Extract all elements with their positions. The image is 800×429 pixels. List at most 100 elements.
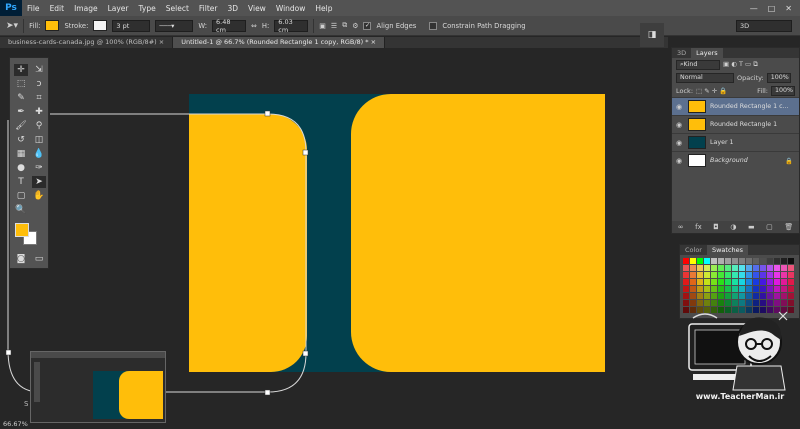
tab-layers[interactable]: Layers — [691, 48, 723, 58]
color-swatch[interactable] — [697, 286, 703, 292]
color-swatch[interactable] — [746, 258, 752, 264]
eye-icon[interactable]: ◉ — [672, 121, 686, 129]
color-swatch[interactable] — [718, 265, 724, 271]
color-swatch[interactable] — [746, 286, 752, 292]
color-swatch[interactable] — [788, 265, 794, 271]
color-swatch[interactable] — [725, 293, 731, 299]
gradient-tool-icon[interactable]: ▦ — [14, 148, 28, 160]
color-swatch[interactable] — [697, 258, 703, 264]
color-swatch[interactable] — [718, 286, 724, 292]
color-swatch[interactable] — [746, 265, 752, 271]
color-swatch[interactable] — [711, 265, 717, 271]
menu-view[interactable]: View — [243, 4, 271, 13]
color-swatch[interactable] — [788, 279, 794, 285]
fill-field[interactable]: 100% — [771, 85, 795, 96]
rounded-rectangle-1[interactable] — [189, 114, 307, 372]
path-operations-icon[interactable]: ▣ — [319, 22, 326, 30]
color-swatch[interactable] — [788, 293, 794, 299]
menu-3d[interactable]: 3D — [222, 4, 243, 13]
menu-image[interactable]: Image — [69, 4, 103, 13]
color-swatch[interactable] — [781, 279, 787, 285]
foreground-color-swatch[interactable] — [15, 223, 29, 237]
hand-tool-icon[interactable]: ✋ — [32, 190, 46, 202]
color-swatch[interactable] — [704, 265, 710, 271]
color-swatch[interactable] — [781, 293, 787, 299]
color-swatch[interactable] — [732, 272, 738, 278]
color-swatch[interactable] — [690, 272, 696, 278]
move-tool-icon[interactable]: ✛ — [14, 64, 28, 76]
color-swatch[interactable] — [683, 286, 689, 292]
color-swatch[interactable] — [732, 279, 738, 285]
color-swatch[interactable] — [746, 293, 752, 299]
color-swatch[interactable] — [760, 286, 766, 292]
color-swatch[interactable] — [781, 286, 787, 292]
eyedropper-tool-icon[interactable]: ✒ — [14, 106, 28, 118]
color-swatch[interactable] — [760, 279, 766, 285]
pen-tool-icon[interactable]: ✑ — [32, 162, 46, 174]
color-swatch[interactable] — [697, 265, 703, 271]
layer-row-rounded-rectangle-1[interactable]: ◉ Rounded Rectangle 1 — [672, 115, 799, 133]
layer-row-layer-1[interactable]: ◉ Layer 1 — [672, 133, 799, 151]
color-swatch[interactable] — [774, 272, 780, 278]
menu-type[interactable]: Type — [134, 4, 161, 13]
color-swatch[interactable] — [683, 265, 689, 271]
color-swatch[interactable] — [760, 293, 766, 299]
color-swatch[interactable] — [767, 258, 773, 264]
color-swatch[interactable] — [711, 272, 717, 278]
shape-tool-icon[interactable]: ▢ — [14, 190, 28, 202]
history-brush-tool-icon[interactable]: ↺ — [14, 134, 28, 146]
menu-help[interactable]: Help — [310, 4, 337, 13]
stroke-type-dropdown[interactable]: ───▾ — [155, 19, 194, 32]
color-swatch[interactable] — [718, 272, 724, 278]
workspace-dropdown[interactable]: 3D — [736, 19, 792, 32]
color-swatch[interactable] — [781, 272, 787, 278]
color-swatch[interactable] — [690, 286, 696, 292]
color-swatch[interactable] — [732, 286, 738, 292]
stroke-width-field[interactable]: 3 pt — [112, 19, 151, 32]
filter-icons[interactable]: ▣ ◐ T ▭ ⧉ — [723, 60, 758, 69]
color-swatch[interactable] — [732, 258, 738, 264]
color-swatch[interactable] — [788, 272, 794, 278]
color-swatch[interactable] — [767, 265, 773, 271]
color-swatch[interactable] — [697, 272, 703, 278]
color-swatch[interactable] — [739, 286, 745, 292]
close-button[interactable]: ✕ — [785, 4, 792, 13]
opacity-field[interactable]: 100% — [766, 72, 791, 83]
lasso-tool-icon[interactable]: ↄ — [32, 78, 46, 90]
color-swatch[interactable] — [753, 258, 759, 264]
clone-stamp-tool-icon[interactable]: ⚲ — [32, 120, 46, 132]
color-swatch[interactable] — [690, 265, 696, 271]
color-swatch[interactable] — [767, 286, 773, 292]
color-swatch[interactable] — [718, 258, 724, 264]
link-layers-icon[interactable]: ∞ — [678, 223, 684, 231]
color-swatch[interactable] — [739, 265, 745, 271]
color-swatch[interactable] — [760, 258, 766, 264]
color-swatch[interactable] — [746, 279, 752, 285]
color-swatch[interactable] — [683, 258, 689, 264]
layer-row-rounded-rectangle-1-copy[interactable]: ◉ Rounded Rectangle 1 c... — [672, 97, 799, 115]
rounded-rectangle-1-copy[interactable] — [351, 94, 605, 372]
color-swatch[interactable] — [711, 293, 717, 299]
minimize-button[interactable]: — — [750, 4, 758, 13]
layer-style-icon[interactable]: fx — [695, 223, 702, 231]
tab-business-cards[interactable]: business-cards-canada.jpg @ 100% (RGB/8#… — [0, 37, 174, 48]
color-swatch[interactable] — [704, 279, 710, 285]
tab-3d[interactable]: 3D — [672, 48, 691, 58]
color-swatch[interactable] — [725, 272, 731, 278]
color-swatch[interactable] — [767, 279, 773, 285]
color-swatch[interactable] — [732, 293, 738, 299]
type-tool-icon[interactable]: T — [14, 176, 28, 188]
menu-select[interactable]: Select — [161, 4, 194, 13]
color-swatch[interactable] — [732, 265, 738, 271]
color-swatch[interactable] — [739, 272, 745, 278]
blend-mode-dropdown[interactable]: Normal — [676, 72, 734, 83]
color-swatch[interactable] — [725, 279, 731, 285]
fill-swatch[interactable] — [45, 20, 60, 31]
zoom-tool-icon[interactable]: 🔍 — [14, 204, 28, 216]
color-swatch[interactable] — [683, 293, 689, 299]
color-swatch[interactable] — [753, 265, 759, 271]
color-swatch[interactable] — [725, 265, 731, 271]
path-alignment-icon[interactable]: ☰ — [331, 22, 337, 30]
color-swatch[interactable] — [760, 265, 766, 271]
maximize-button[interactable]: □ — [768, 4, 776, 13]
